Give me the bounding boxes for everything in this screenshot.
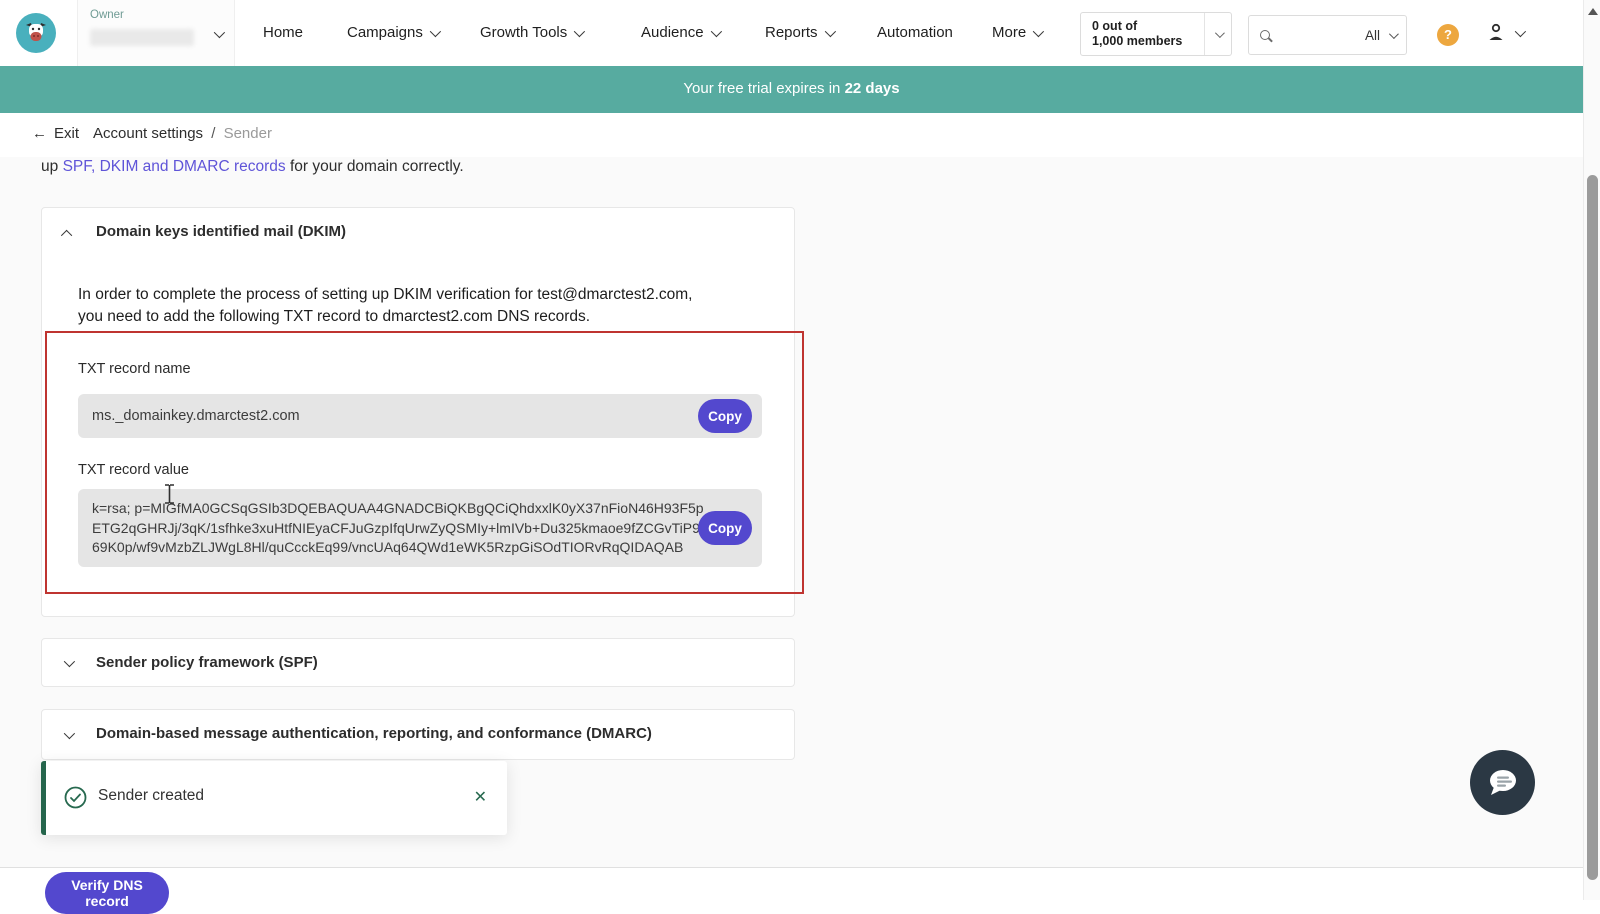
dmarc-panel-title: Domain-based message authentication, rep…: [96, 725, 652, 742]
account-name-redacted: [90, 29, 194, 46]
dkim-panel-title[interactable]: Domain keys identified mail (DKIM): [96, 223, 346, 240]
dns-records-link[interactable]: SPF, DKIM and DMARC records: [63, 158, 286, 175]
footer-divider: [0, 867, 1583, 868]
nav-item-home[interactable]: Home: [263, 0, 303, 66]
search-icon: [1260, 30, 1270, 40]
verify-dns-record-button[interactable]: Verify DNS record: [45, 872, 169, 914]
nav-item-audience[interactable]: Audience: [641, 0, 719, 66]
chevron-down-icon: [64, 728, 75, 739]
members-count-line1: 0 out of: [1092, 19, 1182, 34]
account-role-label: Owner: [90, 9, 124, 21]
user-menu[interactable]: [1486, 22, 1523, 44]
success-check-icon: [64, 786, 87, 809]
chevron-down-icon: [824, 26, 835, 37]
nav-item-growth-tools[interactable]: Growth Tools: [480, 0, 582, 66]
app-logo[interactable]: [16, 13, 56, 53]
dns-setup-intro-text: up SPF, DKIM and DMARC records for your …: [41, 158, 464, 175]
top-navigation: Owner Home Campaigns Growth Tools Audien…: [0, 0, 1583, 66]
search-scope-value[interactable]: All: [1365, 28, 1380, 43]
dkim-panel: Domain keys identified mail (DKIM) In or…: [41, 207, 795, 617]
nav-item-automation[interactable]: Automation: [877, 0, 953, 66]
trial-banner-message: Your free trial expires in 22 days: [0, 80, 1583, 97]
chevron-down-icon: [1389, 29, 1399, 39]
page-scrollbar[interactable]: [1583, 0, 1600, 900]
members-count-line2: 1,000 members: [1092, 34, 1182, 49]
copy-txt-value-button[interactable]: Copy: [698, 511, 752, 545]
toast-message: Sender created: [98, 787, 204, 805]
main-content: up SPF, DKIM and DMARC records for your …: [0, 157, 1583, 868]
members-dropdown-toggle[interactable]: [1204, 13, 1231, 55]
nav-item-reports[interactable]: Reports: [765, 0, 833, 66]
txt-record-value-line: 69K0p/wf9vMzbZLJWgL8Hl/quCcckEq99/vncUAq…: [92, 538, 748, 558]
breadcrumb: Account settings / Sender: [93, 125, 272, 142]
txt-record-value-label: TXT record value: [78, 462, 189, 478]
txt-record-name-label: TXT record name: [78, 361, 191, 377]
back-arrow-icon: ←: [32, 125, 47, 142]
trial-banner: Your free trial expires in 22 days Upgra…: [0, 66, 1583, 113]
spf-panel[interactable]: Sender policy framework (SPF): [41, 638, 795, 687]
account-switcher[interactable]: Owner: [77, 0, 235, 66]
breadcrumb-current: Sender: [224, 125, 272, 142]
user-icon: [1486, 22, 1506, 44]
spf-panel-title: Sender policy framework (SPF): [96, 654, 318, 671]
dmarc-panel[interactable]: Domain-based message authentication, rep…: [41, 709, 795, 760]
chat-widget-button[interactable]: [1470, 750, 1535, 815]
chevron-down-icon: [1515, 26, 1526, 37]
breadcrumb-section[interactable]: Account settings: [93, 125, 203, 142]
nav-item-campaigns[interactable]: Campaigns: [347, 0, 438, 66]
chat-bubble-icon: [1486, 767, 1520, 799]
chevron-down-icon: [64, 656, 75, 667]
toast-close-icon[interactable]: ✕: [474, 787, 487, 807]
global-search[interactable]: All: [1248, 15, 1407, 55]
scrollbar-thumb[interactable]: [1587, 175, 1598, 880]
members-usage-selector[interactable]: 0 out of 1,000 members: [1080, 12, 1232, 56]
toast-sender-created: Sender created ✕: [41, 761, 507, 835]
chevron-up-icon[interactable]: [61, 230, 72, 241]
nav-item-more[interactable]: More: [992, 0, 1041, 66]
txt-record-value-line: ETG2qGHRJj/3qK/1sfhke3xuHtfNIEyaCFJuGzpI…: [92, 519, 748, 539]
chevron-down-icon: [710, 26, 721, 37]
copy-txt-name-button[interactable]: Copy: [698, 399, 752, 433]
txt-record-name-value: ms._domainkey.dmarctest2.com: [92, 394, 300, 438]
dkim-description: In order to complete the process of sett…: [78, 284, 692, 327]
exit-button[interactable]: ← Exit: [32, 125, 79, 142]
settings-header-bar: ← Exit Account settings / Sender: [0, 113, 1583, 158]
txt-record-name-field: ms._domainkey.dmarctest2.com Copy: [78, 394, 762, 438]
chevron-down-icon: [574, 26, 585, 37]
help-button[interactable]: ?: [1437, 24, 1459, 46]
chevron-down-icon: [214, 27, 225, 38]
trial-days-left: 22 days: [845, 80, 900, 97]
chevron-down-icon: [430, 26, 441, 37]
cow-mascot-icon: [22, 19, 50, 47]
chevron-down-icon: [1033, 26, 1044, 37]
scrollbar-up-arrow[interactable]: [1588, 8, 1598, 15]
txt-record-value-field: k=rsa; p=MIGfMA0GCSqGSIb3DQEBAQUAA4GNADC…: [78, 489, 762, 567]
chevron-down-icon: [1214, 28, 1224, 38]
txt-record-value-line: k=rsa; p=MIGfMA0GCSqGSIb3DQEBAQUAA4GNADC…: [92, 499, 748, 519]
